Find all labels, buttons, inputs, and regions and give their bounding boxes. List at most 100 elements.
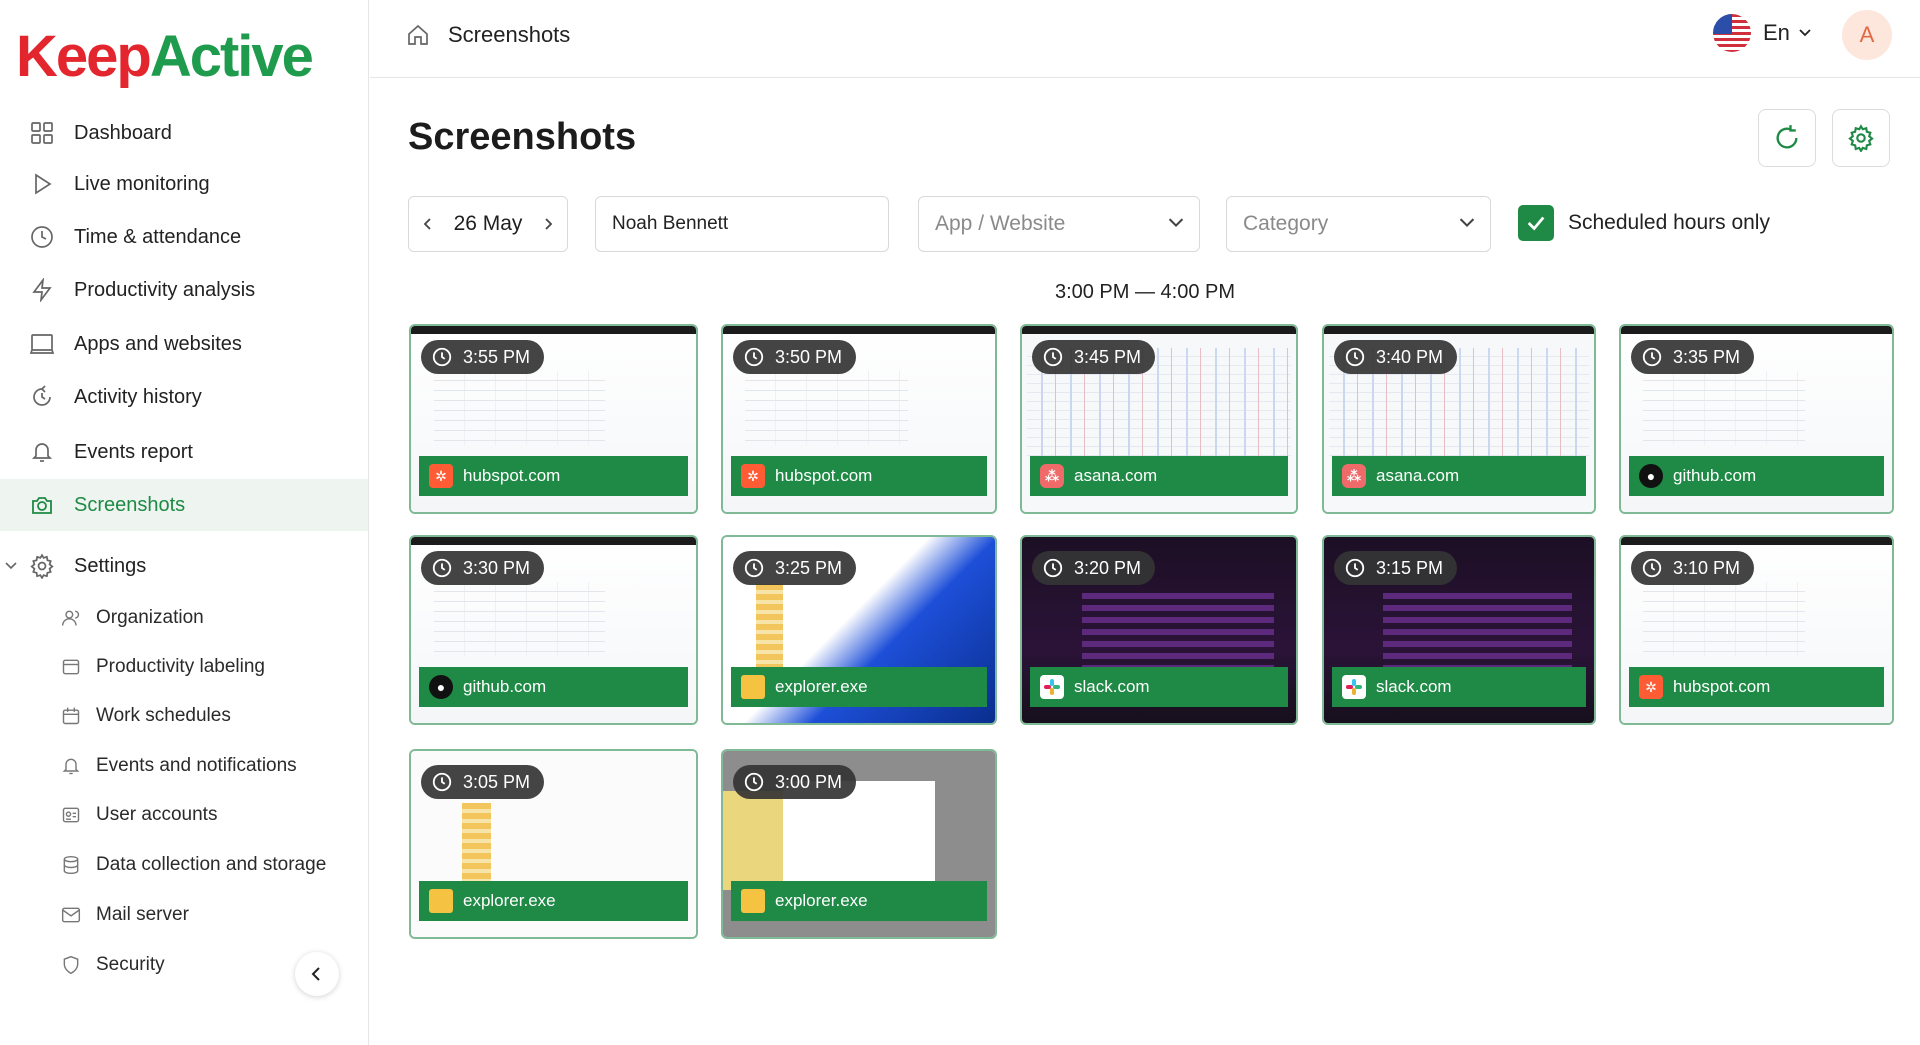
next-date-button[interactable]: [541, 217, 555, 231]
sidebar-subitem-productivity-labeling[interactable]: Productivity labeling: [0, 645, 368, 689]
sidebar-subitem-work-schedules[interactable]: Work schedules: [0, 694, 368, 738]
screenshot-card[interactable]: 3:35 PM ● github.com: [1619, 324, 1894, 514]
bell-icon: [29, 439, 55, 465]
refresh-button[interactable]: [1758, 109, 1816, 167]
timestamp-badge: 3:30 PM: [421, 551, 545, 585]
clock-icon: [743, 346, 765, 368]
bell-icon: [60, 755, 82, 777]
screenshot-card[interactable]: 3:00 PM explorer.exe: [721, 749, 997, 939]
bolt-icon: [29, 277, 55, 303]
clock-icon: [1344, 557, 1366, 579]
hubspot-icon: ✲: [741, 464, 765, 488]
sidebar-subitem-user-accounts[interactable]: User accounts: [0, 793, 368, 837]
play-icon: [29, 171, 55, 197]
date-picker: 26 May: [408, 196, 568, 252]
monitor-icon: [29, 331, 55, 357]
sidebar-item-settings[interactable]: Settings: [0, 540, 368, 592]
sidebar-item-live-monitoring[interactable]: Live monitoring: [0, 158, 368, 210]
screenshot-card[interactable]: 3:50 PM ✲ hubspot.com: [721, 324, 997, 514]
users-icon: [60, 607, 82, 629]
sidebar: KeepActive Dashboard Live monitoring Tim…: [0, 0, 369, 1045]
database-icon: [60, 854, 82, 876]
timestamp-badge: 3:55 PM: [421, 340, 545, 374]
us-flag-icon: [1713, 14, 1751, 52]
timestamp-badge: 3:15 PM: [1334, 551, 1458, 585]
scheduled-hours-toggle[interactable]: Scheduled hours only: [1518, 205, 1770, 241]
sidebar-item-time-attendance[interactable]: Time & attendance: [0, 211, 368, 263]
page-title: Screenshots: [408, 116, 637, 158]
scheduled-hours-checkbox[interactable]: [1518, 205, 1554, 241]
sidebar-subitem-label: Mail server: [96, 904, 189, 925]
employee-select[interactable]: Noah Bennett: [595, 196, 889, 252]
sidebar-item-label: Dashboard: [74, 121, 172, 144]
screenshot-card[interactable]: 3:20 PM slack.com: [1020, 535, 1298, 725]
screenshot-card[interactable]: 3:10 PM ✲ hubspot.com: [1619, 535, 1894, 725]
app-label: explorer.exe: [419, 881, 688, 921]
app-label: ✲ hubspot.com: [419, 456, 688, 496]
sidebar-subitem-events-notifications[interactable]: Events and notifications: [0, 744, 368, 788]
clock-icon: [431, 557, 453, 579]
clock-icon: [1641, 346, 1663, 368]
app-label: ⁂ asana.com: [1332, 456, 1586, 496]
sidebar-subitem-label: Work schedules: [96, 705, 231, 726]
prev-date-button[interactable]: [421, 217, 435, 231]
clock-icon: [743, 557, 765, 579]
breadcrumb-current: Screenshots: [448, 22, 571, 47]
folder-icon: [429, 889, 453, 913]
date-value[interactable]: 26 May: [454, 212, 523, 236]
scheduled-hours-label: Scheduled hours only: [1568, 211, 1770, 234]
timestamp-badge: 3:45 PM: [1032, 340, 1156, 374]
sidebar-subitem-organization[interactable]: Organization: [0, 596, 368, 640]
keepactive-logo[interactable]: KeepActive: [16, 22, 314, 92]
timestamp-badge: 3:10 PM: [1631, 551, 1755, 585]
screenshot-card[interactable]: 3:45 PM ⁂ asana.com: [1020, 324, 1298, 514]
sidebar-item-label: Settings: [74, 554, 147, 577]
app-website-select[interactable]: App / Website: [918, 196, 1200, 252]
sidebar-item-apps-websites[interactable]: Apps and websites: [0, 318, 368, 370]
sidebar-item-activity-history[interactable]: Activity history: [0, 371, 368, 423]
chevron-down-icon: [1798, 26, 1812, 40]
tag-icon: [60, 656, 82, 678]
settings-button[interactable]: [1832, 109, 1890, 167]
sidebar-subitem-mail-server[interactable]: Mail server: [0, 893, 368, 937]
chevron-left-icon: [309, 966, 325, 982]
folder-icon: [741, 675, 765, 699]
timestamp-badge: 3:35 PM: [1631, 340, 1755, 374]
calendar-icon: [60, 705, 82, 727]
sidebar-subitem-label: Data collection and storage: [96, 854, 327, 875]
screenshot-card[interactable]: 3:55 PM ✲ hubspot.com: [409, 324, 698, 514]
screenshot-card[interactable]: 3:15 PM slack.com: [1322, 535, 1596, 725]
sidebar-subitem-data-collection[interactable]: Data collection and storage: [0, 843, 368, 887]
timestamp-badge: 3:50 PM: [733, 340, 857, 374]
home-icon[interactable]: [406, 23, 430, 47]
chevron-down-icon: [1458, 214, 1476, 238]
sidebar-item-events-report[interactable]: Events report: [0, 426, 368, 478]
screenshot-card[interactable]: 3:25 PM explorer.exe: [721, 535, 997, 725]
app-label: ✲ hubspot.com: [731, 456, 987, 496]
app-label: ● github.com: [1629, 456, 1884, 496]
timestamp-badge: 3:00 PM: [733, 765, 857, 799]
asana-icon: ⁂: [1342, 464, 1366, 488]
github-icon: ●: [429, 675, 453, 699]
clock-icon: [29, 224, 55, 250]
shield-icon: [60, 954, 82, 976]
sidebar-item-dashboard[interactable]: Dashboard: [0, 107, 368, 159]
sidebar-item-screenshots[interactable]: Screenshots: [0, 479, 368, 531]
clock-icon: [1042, 346, 1064, 368]
sidebar-item-productivity-analysis[interactable]: Productivity analysis: [0, 264, 368, 316]
category-select[interactable]: Category: [1226, 196, 1491, 252]
app-label: slack.com: [1332, 667, 1586, 707]
sidebar-subitem-label: Organization: [96, 607, 204, 628]
avatar[interactable]: A: [1842, 10, 1892, 60]
collapse-sidebar-button[interactable]: [295, 952, 339, 996]
screenshot-card[interactable]: 3:05 PM explorer.exe: [409, 749, 698, 939]
camera-icon: [29, 492, 55, 518]
grid-icon: [29, 120, 55, 146]
time-range-label: 3:00 PM — 4:00 PM: [1054, 281, 1236, 303]
screenshot-card[interactable]: 3:30 PM ● github.com: [409, 535, 698, 725]
language-selector[interactable]: En: [1713, 14, 1812, 52]
screenshot-card[interactable]: 3:40 PM ⁂ asana.com: [1322, 324, 1596, 514]
sidebar-item-label: Screenshots: [74, 493, 186, 516]
hubspot-icon: ✲: [1639, 675, 1663, 699]
asana-icon: ⁂: [1040, 464, 1064, 488]
